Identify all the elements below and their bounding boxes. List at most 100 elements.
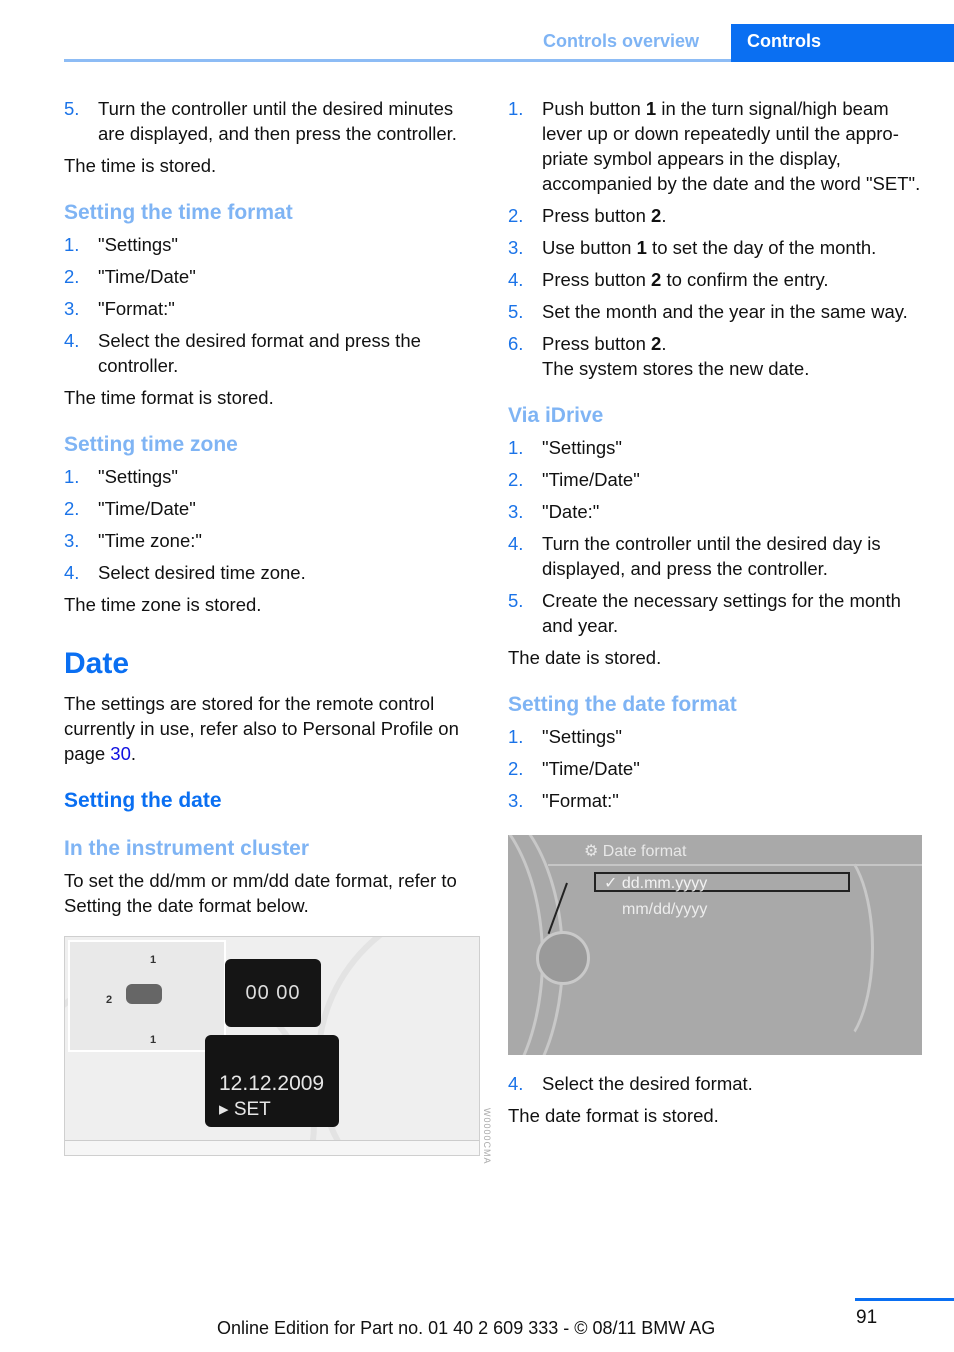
header-rule xyxy=(64,59,731,62)
list-text: "Format:" xyxy=(98,298,175,319)
cluster-paragraph: To set the dd/mm or mm/dd date format, r… xyxy=(64,870,457,916)
list-number: 2. xyxy=(508,205,524,226)
list-number: 5. xyxy=(508,590,524,611)
list-item: 5. Create the necessary settings for the … xyxy=(508,588,928,638)
list-text: "Settings" xyxy=(98,234,178,255)
list-text: Select desired time zone. xyxy=(98,562,306,583)
list-number: 3. xyxy=(508,790,524,811)
list-item: 3. "Time zone:" xyxy=(64,528,484,553)
list-text: Turn the controller until the desired da… xyxy=(542,533,881,579)
list-text: "Time/Date" xyxy=(98,266,196,287)
list-text: . xyxy=(661,333,667,354)
list-text: "Date:" xyxy=(542,501,600,522)
list-item: 1. "Settings" xyxy=(64,232,484,257)
list-text: Press button xyxy=(542,269,652,290)
settings-icon: ⚙ xyxy=(584,843,599,860)
list-text: "Time zone:" xyxy=(98,530,202,551)
result-text: The date format is stored. xyxy=(508,1105,719,1126)
chapter-heading-date: Date xyxy=(64,647,130,680)
list-item: 4. Select desired time zone. xyxy=(64,560,484,585)
page-link[interactable]: 30 xyxy=(110,743,131,764)
list-item: 3. "Date:" xyxy=(508,499,928,524)
list-text: "Time/Date" xyxy=(98,498,196,519)
list-number: 6. xyxy=(508,333,524,354)
button-ref: 1 xyxy=(636,237,647,258)
list-text: Press button xyxy=(542,333,652,354)
date-intro-paragraph: The settings are stored for the remote c… xyxy=(64,691,484,766)
list-item: 4. Turn the controller until the desired … xyxy=(508,531,928,581)
display-set-label: SET xyxy=(233,1099,271,1120)
option-label: dd.mm.yyyy xyxy=(621,875,708,892)
list-number: 4. xyxy=(64,330,80,351)
list-number: 1. xyxy=(64,234,80,255)
list-number: 1. xyxy=(508,726,524,747)
list-item: 1. "Settings" xyxy=(508,435,928,460)
list-text: Turn the controller until the desired mi… xyxy=(98,98,457,144)
list-text: "Settings" xyxy=(542,726,622,747)
gauge-arc xyxy=(315,937,479,1155)
menu-title-text: Date format xyxy=(602,843,687,860)
arrow-down-label: 1 xyxy=(150,1034,157,1046)
idrive-screen-figure: ⚙ Date format ✓ dd.mm.yyyy mm/dd/yyyy xyxy=(508,835,922,1055)
subsection-heading-cluster: In the instrument cluster xyxy=(64,837,310,860)
list-item: 2. Press button 2. xyxy=(508,203,928,228)
list-item: 4. Select the desired format and press th… xyxy=(64,328,484,378)
section-heading-time-zone: Setting time zone xyxy=(64,433,238,456)
result-text: The time format is stored. xyxy=(64,387,274,408)
display-set: ▸ SET xyxy=(219,1099,271,1120)
list-text: . xyxy=(661,205,667,226)
list-item: 2. "Time/Date" xyxy=(64,496,484,521)
right-column: 1. Push button 1 in the turn signal/high … xyxy=(508,96,928,1135)
header-chapter-tab[interactable]: Controls xyxy=(731,24,954,62)
header-section-title[interactable]: Controls overview xyxy=(543,31,699,52)
date-display: 12.12.2009 ▸ SET xyxy=(205,1035,339,1127)
turn-signal-lever-icon xyxy=(126,984,162,1004)
list-number: 4. xyxy=(64,562,80,583)
figure-code: W0000CMA xyxy=(482,1108,492,1165)
list-item: 4. Select the desired format. xyxy=(508,1071,928,1096)
section-heading-via-idrive: Via iDrive xyxy=(508,404,604,427)
list-number: 4. xyxy=(508,1073,524,1094)
button-ref: 2 xyxy=(651,333,662,354)
section-heading-date-format: Setting the date format xyxy=(508,693,737,716)
list-text: Push button xyxy=(542,98,646,119)
list-item: 1. "Settings" xyxy=(64,464,484,489)
list-item: 4. Press button 2 to confirm the entry. xyxy=(508,267,928,292)
list-text: Select the desired format. xyxy=(542,1073,753,1094)
list-text: to confirm the entry. xyxy=(661,269,829,290)
list-item: 2. "Time/Date" xyxy=(64,264,484,289)
page-number-rule xyxy=(855,1298,954,1301)
list-number: 2. xyxy=(64,498,80,519)
list-text: "Time/Date" xyxy=(542,469,640,490)
list-item: 5. Turn the controller until the desired… xyxy=(64,96,484,146)
result-text: The time zone is stored. xyxy=(64,594,262,615)
list-number: 4. xyxy=(508,533,524,554)
list-number: 3. xyxy=(64,298,80,319)
option-selected[interactable]: ✓ dd.mm.yyyy xyxy=(594,872,850,892)
list-text: Use button xyxy=(542,237,637,258)
calendar-symbol-display: 00 00 xyxy=(225,959,321,1027)
list-number: 3. xyxy=(508,501,524,522)
result-text: The time is stored. xyxy=(64,155,217,176)
list-number: 1. xyxy=(64,466,80,487)
list-item: 1. "Settings" xyxy=(508,724,928,749)
list-number: 4. xyxy=(508,269,524,290)
list-number: 1. xyxy=(508,98,524,119)
list-number: 1. xyxy=(508,437,524,458)
option[interactable]: mm/dd/yyyy xyxy=(622,897,707,922)
list-item: 6. Press button 2. The system stores the n… xyxy=(508,331,928,381)
list-text: "Settings" xyxy=(542,437,622,458)
checkmark-icon: ✓ xyxy=(604,875,618,892)
list-text: "Time/Date" xyxy=(542,758,640,779)
list-text: Set the month and the year in the same w… xyxy=(542,301,908,322)
button-ref: 1 xyxy=(645,98,657,119)
list-number: 3. xyxy=(508,237,524,258)
left-column: 5. Turn the controller until the desired… xyxy=(64,96,484,1156)
list-text: "Settings" xyxy=(98,466,178,487)
arrow-up-label: 1 xyxy=(150,954,157,966)
instrument-cluster-figure: 1 1 2 00 00 12.12.2009 ▸ SET xyxy=(64,936,480,1156)
result-text: The date is stored. xyxy=(508,647,662,668)
list-text: to set the day of the month. xyxy=(646,237,877,258)
list-note: The system stores the new date. xyxy=(542,358,810,379)
menu-title: ⚙ Date format xyxy=(584,839,686,864)
